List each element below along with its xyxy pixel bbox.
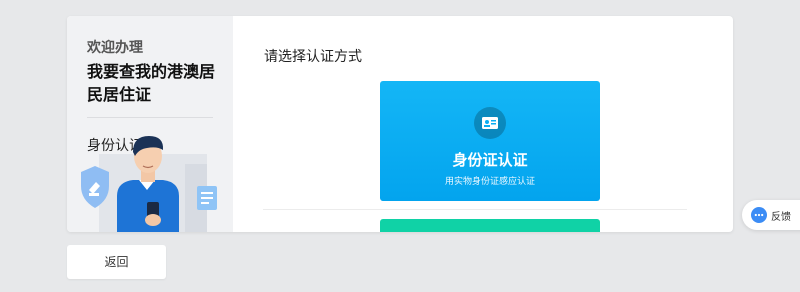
document-icon — [197, 186, 217, 210]
page-title: 我要查我的港澳居民居住证 — [87, 62, 216, 104]
welcome-text: 欢迎办理 — [87, 40, 143, 56]
id-card-icon — [474, 107, 506, 139]
section-title: 请选择认证方式 — [264, 49, 362, 65]
person-figure — [117, 136, 179, 232]
feedback-button[interactable]: 反馈 — [742, 200, 800, 230]
right-panel: 请选择认证方式 身份证认证 用实物身份证感应认证 — [233, 16, 733, 232]
option-subtitle: 用实物身份证感应认证 — [444, 177, 535, 187]
back-button[interactable]: 返回 — [67, 245, 166, 279]
main-card: 欢迎办理 我要查我的港澳居民居住证 身份认证 请选择认证方式 身份证认证 用实物… — [67, 16, 733, 232]
divider — [263, 209, 687, 210]
feedback-label: 反馈 — [771, 212, 791, 223]
left-panel: 欢迎办理 我要查我的港澳居民居住证 身份认证 — [67, 16, 233, 232]
second-auth-option[interactable] — [380, 219, 600, 232]
id-card-auth-option[interactable]: 身份证认证 用实物身份证感应认证 — [380, 81, 600, 201]
chat-bubble-icon — [751, 207, 767, 223]
illustration — [81, 136, 217, 232]
option-title: 身份证认证 — [452, 151, 528, 169]
